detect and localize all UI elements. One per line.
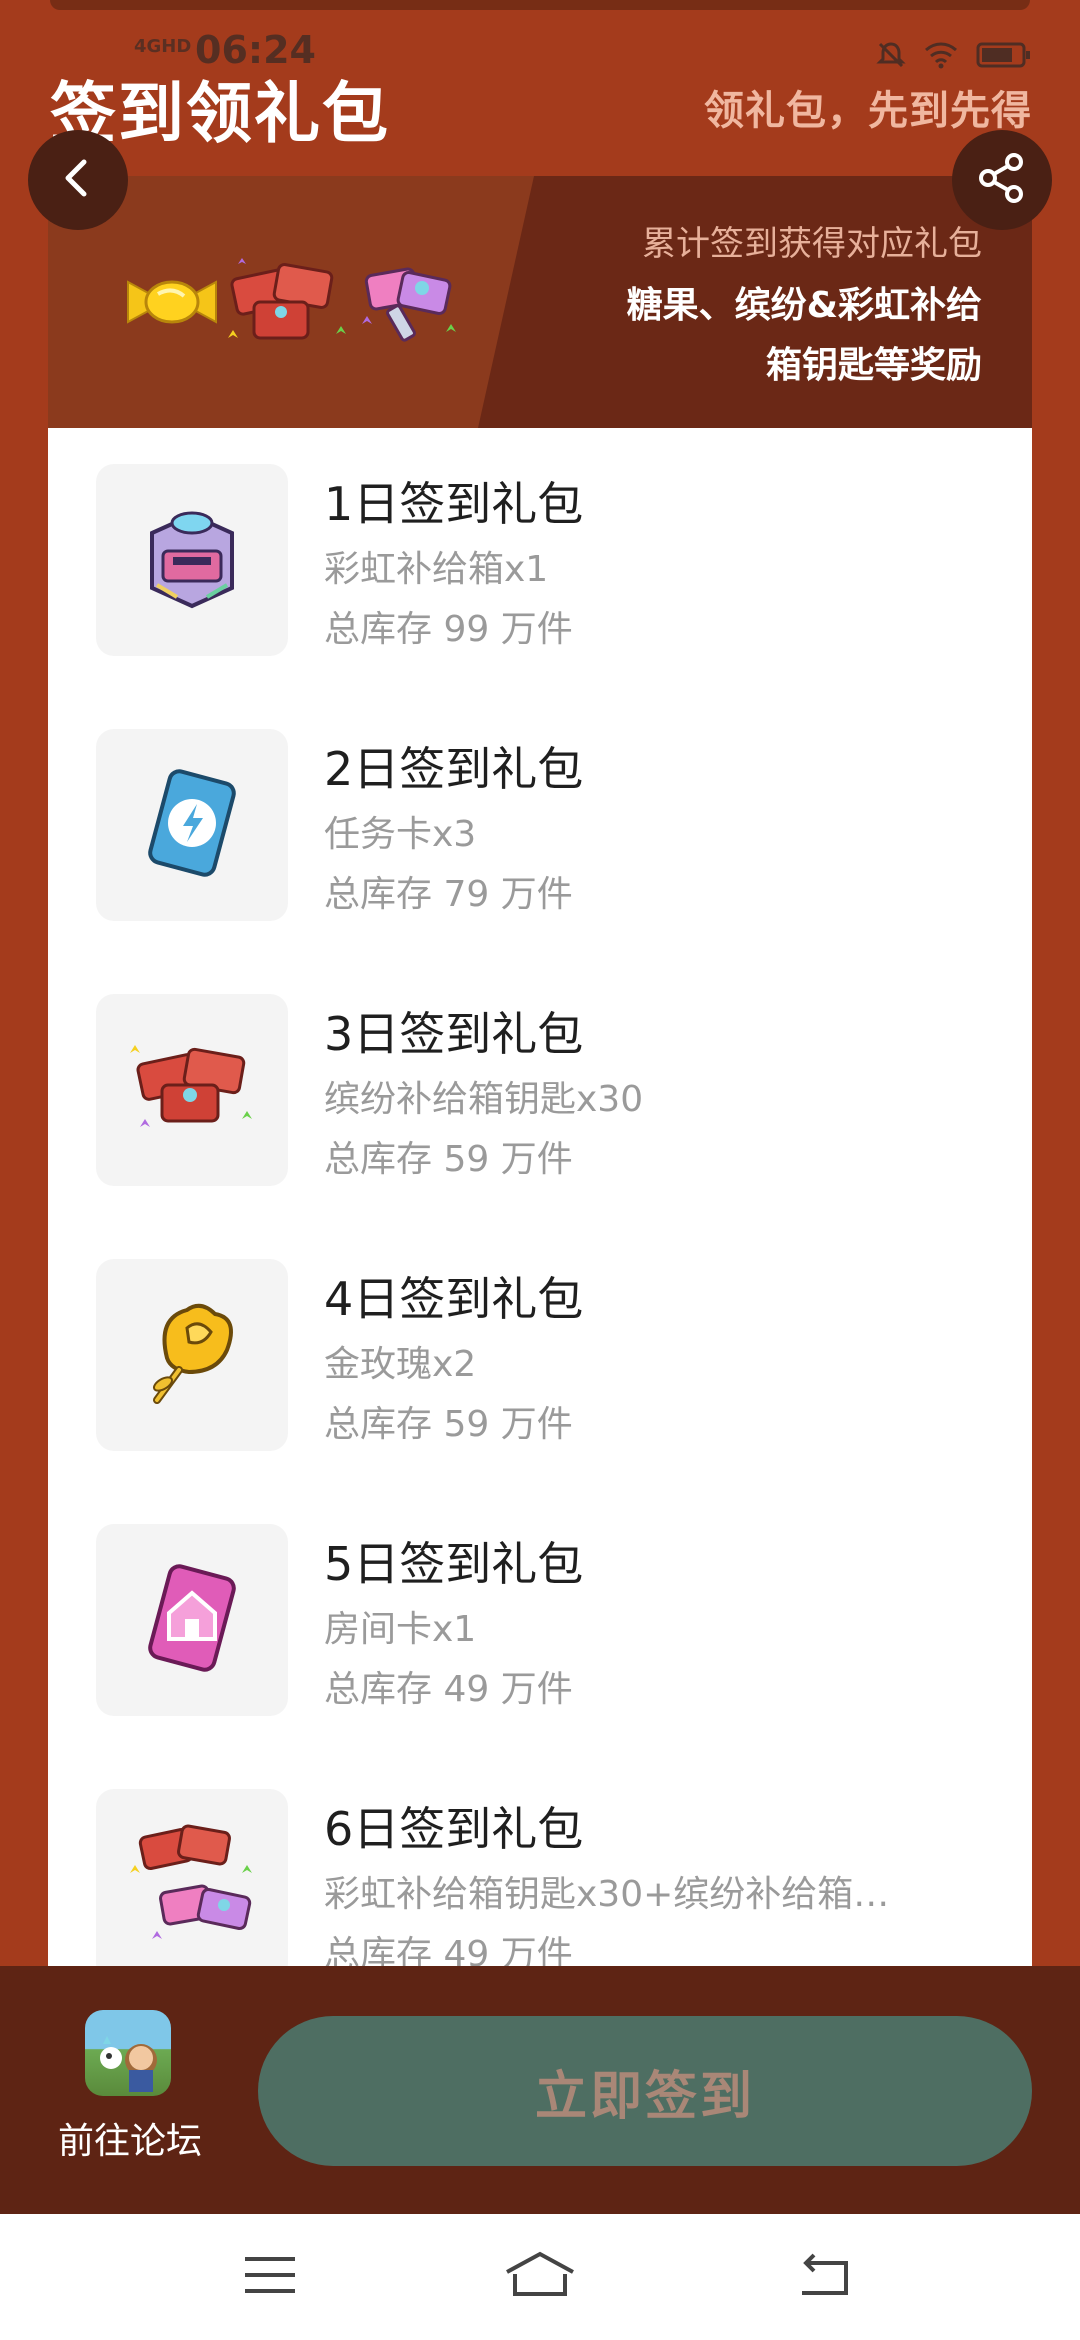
gift-content: 任务卡x3 bbox=[324, 814, 477, 855]
reward-banner: 累计签到获得对应礼包 糖果、缤纷&彩虹补给 箱钥匙等奖励 bbox=[48, 176, 1032, 428]
banner-text-line3: 箱钥匙等奖励 bbox=[765, 345, 982, 386]
gift-content: 金玫瑰x2 bbox=[324, 1344, 477, 1385]
gold-rose-icon bbox=[127, 1288, 257, 1422]
gift-content: 房间卡x1 bbox=[324, 1609, 477, 1650]
gift-item-day4[interactable]: 4日签到礼包 金玫瑰x2 总库存 59 万件 bbox=[48, 1223, 1032, 1451]
task-card-icon bbox=[127, 758, 257, 892]
gift-stock: 总库存 59 万件 bbox=[324, 1404, 573, 1445]
status-icons bbox=[876, 40, 1032, 70]
gift-content: 彩虹补给箱x1 bbox=[324, 549, 549, 590]
gift-thumbnail bbox=[96, 1524, 288, 1716]
gift-title: 4日签到礼包 bbox=[324, 1272, 584, 1326]
gift-stock: 总库存 79 万件 bbox=[324, 874, 573, 915]
gift-title: 1日签到礼包 bbox=[324, 477, 584, 531]
gift-item-day2[interactable]: 2日签到礼包 任务卡x3 总库存 79 万件 bbox=[48, 693, 1032, 921]
bell-muted-icon bbox=[876, 40, 906, 70]
page-slogan: 领礼包，先到先得 bbox=[704, 88, 1032, 134]
system-nav-bar bbox=[0, 2214, 1080, 2340]
gift-title: 6日签到礼包 bbox=[324, 1802, 584, 1856]
gift-thumbnail bbox=[96, 1789, 288, 1966]
checkin-button[interactable]: 立即签到 bbox=[258, 2016, 1032, 2166]
home-icon bbox=[503, 2250, 577, 2304]
menu-icon bbox=[243, 2253, 297, 2301]
gift-title: 3日签到礼包 bbox=[324, 1007, 584, 1061]
gift-item-day3[interactable]: 3日签到礼包 缤纷补给箱钥匙x30 总库存 59 万件 bbox=[48, 958, 1032, 1186]
gift-list: 1日签到礼包 彩虹补给箱x1 总库存 99 万件 2日签到礼包 任务卡x3 总库… bbox=[48, 428, 1032, 1966]
gift-title: 2日签到礼包 bbox=[324, 742, 584, 796]
banner-rewards-art bbox=[124, 254, 504, 354]
forum-link[interactable]: 前往论坛 bbox=[40, 2010, 220, 2190]
banner-text-line2: 糖果、缤纷&彩虹补给 bbox=[626, 285, 982, 326]
gift-content: 彩虹补给箱钥匙x30+缤纷补给箱… bbox=[324, 1874, 890, 1915]
menu-nav-button[interactable] bbox=[230, 2244, 310, 2310]
share-button[interactable] bbox=[952, 130, 1052, 230]
gift-stock: 总库存 99 万件 bbox=[324, 609, 573, 650]
room-card-icon bbox=[127, 1553, 257, 1687]
wifi-icon bbox=[924, 41, 958, 69]
gift-item-day5[interactable]: 5日签到礼包 房间卡x1 总库存 49 万件 bbox=[48, 1488, 1032, 1716]
share-icon bbox=[974, 150, 1030, 210]
gift-title: 5日签到礼包 bbox=[324, 1537, 584, 1591]
forum-label: 前往论坛 bbox=[57, 2121, 202, 2162]
bottom-action-bar: 前往论坛 立即签到 bbox=[0, 1966, 1080, 2214]
chevron-left-icon bbox=[56, 156, 100, 204]
back-nav-button[interactable] bbox=[784, 2244, 864, 2310]
gift-stock: 总库存 49 万件 bbox=[324, 1669, 573, 1710]
gift-stock: 总库存 59 万件 bbox=[324, 1139, 573, 1180]
colorful-key-icon bbox=[122, 1023, 262, 1157]
gift-item-day6[interactable]: 6日签到礼包 彩虹补给箱钥匙x30+缤纷补给箱… 总库存 49 万件 bbox=[48, 1753, 1032, 1966]
network-indicator: 4GHD bbox=[134, 36, 192, 57]
gift-item-day1[interactable]: 1日签到礼包 彩虹补给箱x1 总库存 99 万件 bbox=[48, 428, 1032, 656]
gift-thumbnail bbox=[96, 729, 288, 921]
sheet-edge bbox=[50, 0, 1030, 10]
banner-text-line1: 累计签到获得对应礼包 bbox=[642, 224, 982, 264]
key-bundle-icon bbox=[122, 1813, 262, 1957]
gift-thumbnail bbox=[96, 464, 288, 656]
home-nav-button[interactable] bbox=[500, 2244, 580, 2310]
gift-content: 缤纷补给箱钥匙x30 bbox=[324, 1079, 644, 1120]
back-arrow-icon bbox=[794, 2251, 854, 2303]
game-app-icon bbox=[85, 2010, 171, 2096]
rainbow-supply-box-icon bbox=[127, 493, 257, 627]
back-button[interactable] bbox=[28, 130, 128, 230]
gift-thumbnail bbox=[96, 994, 288, 1186]
gift-thumbnail bbox=[96, 1259, 288, 1451]
battery-icon bbox=[976, 41, 1032, 69]
gift-stock: 总库存 49 万件 bbox=[324, 1934, 573, 1966]
